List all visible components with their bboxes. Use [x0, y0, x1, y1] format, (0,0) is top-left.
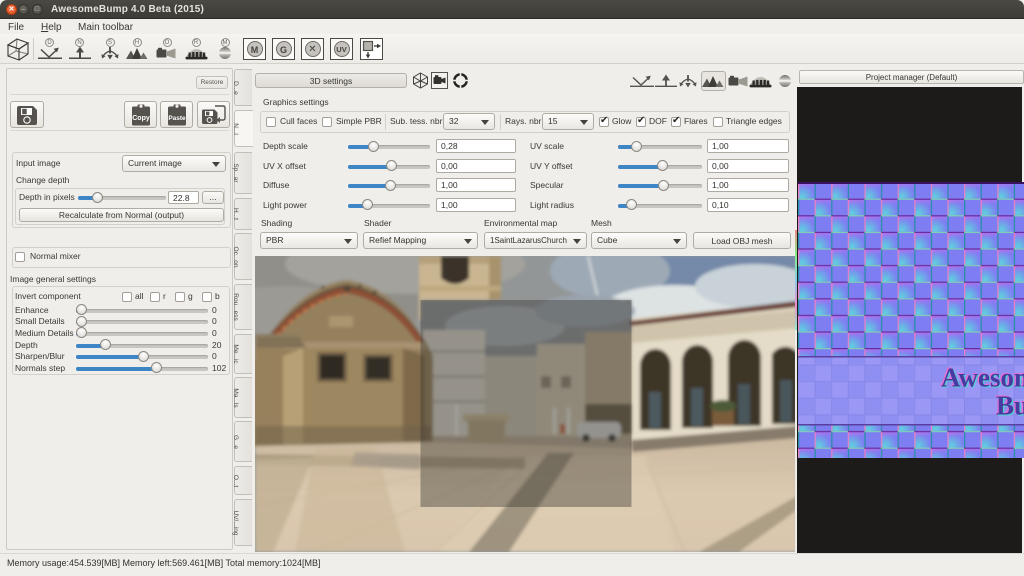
svg-text:Paste: Paste	[168, 115, 186, 122]
svg-text:Bump: Bump	[996, 391, 1024, 421]
svg-text:Awesome: Awesome	[941, 363, 1024, 393]
svg-text:Copy: Copy	[132, 115, 150, 122]
